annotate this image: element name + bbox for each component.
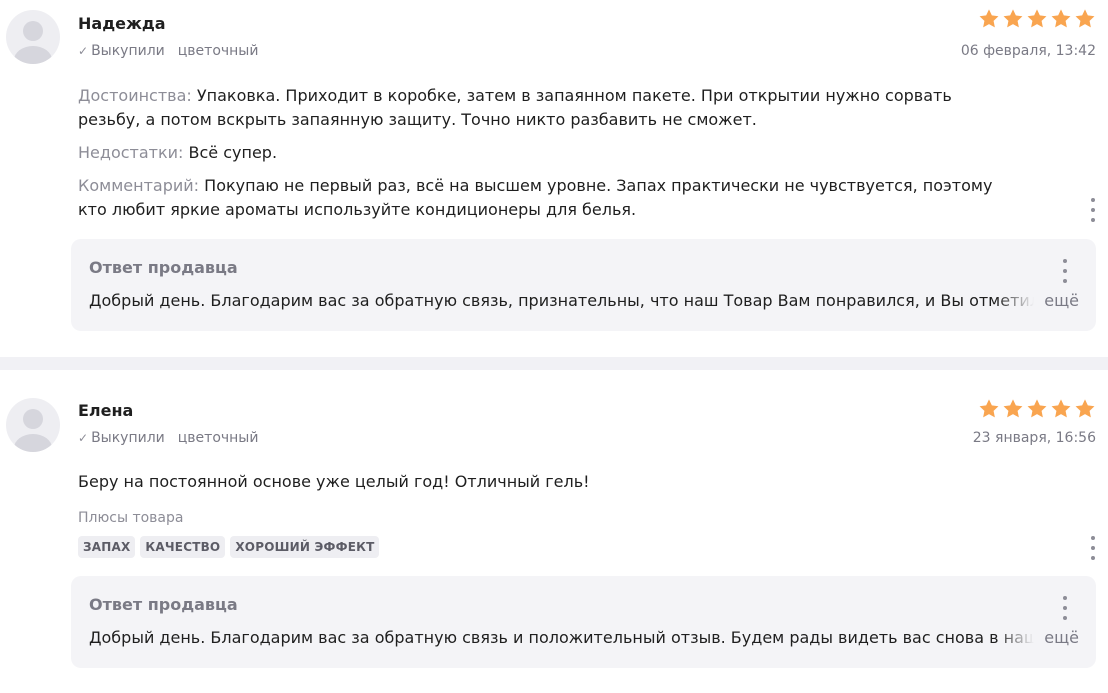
review-comment: Комментарий: Покупаю не первый раз, всё … — [78, 174, 1008, 222]
pros-tag: ХОРОШИЙ ЭФФЕКТ — [230, 536, 380, 558]
star-icon — [1075, 9, 1095, 28]
star-icon — [1051, 399, 1071, 418]
star-icon — [1075, 399, 1095, 418]
star-icon — [1003, 399, 1023, 418]
review-pros: Достоинства: Упаковка. Приходит в коробк… — [78, 84, 1008, 132]
review-date: 06 февраля, 13:42 — [960, 43, 1096, 59]
cons-label: Недостатки: — [78, 143, 184, 162]
seller-reply-text: Добрый день. Благодарим вас за обратную … — [89, 291, 1034, 310]
review-meta: ✓ Выкупили цветочный — [78, 430, 258, 446]
review-more-options-icon[interactable] — [1088, 536, 1098, 560]
pros-label: Достоинства: — [78, 86, 192, 105]
comment-text: Покупаю не первый раз, всё на высшем уро… — [78, 176, 993, 219]
author-name: Надежда — [78, 14, 166, 33]
star-icon — [1027, 9, 1047, 28]
seller-reply-title: Ответ продавца — [89, 595, 238, 614]
star-icon — [1027, 399, 1047, 418]
review-card: Елена ✓ Выкупили цветочный 23 января, 16… — [0, 370, 1108, 693]
reply-more-options-icon[interactable] — [1060, 259, 1070, 283]
review-divider — [0, 357, 1108, 370]
pros-tag: КАЧЕСТВО — [140, 536, 226, 558]
star-icon — [979, 9, 999, 28]
product-variant: цветочный — [177, 430, 259, 446]
review-text: Беру на постоянной основе уже целый год!… — [78, 472, 590, 491]
avatar — [6, 398, 60, 452]
pros-tag: ЗАПАХ — [78, 536, 136, 558]
star-icon — [979, 399, 999, 418]
seller-reply-title: Ответ продавца — [89, 258, 238, 277]
author-name: Елена — [78, 401, 134, 420]
check-icon: ✓ — [78, 431, 89, 445]
reply-more-options-icon[interactable] — [1060, 596, 1070, 620]
check-icon: ✓ — [78, 44, 89, 58]
avatar — [6, 10, 60, 64]
review-meta: ✓ Выкупили цветочный — [78, 43, 258, 59]
review-more-options-icon[interactable] — [1088, 198, 1098, 222]
star-icon — [1003, 9, 1023, 28]
purchased-status: Выкупили — [91, 430, 165, 446]
star-icon — [1051, 9, 1071, 28]
comment-label: Комментарий: — [78, 176, 200, 195]
reply-expand-link[interactable]: ещё — [1044, 289, 1079, 313]
seller-reply-text: Добрый день. Благодарим вас за обратную … — [89, 628, 1034, 647]
review-card: Надежда ✓ Выкупили цветочный 06 февраля,… — [0, 0, 1108, 357]
reply-expand-link[interactable]: ещё — [1044, 626, 1079, 650]
rating-stars — [978, 8, 1096, 30]
product-variant: цветочный — [177, 43, 259, 59]
purchased-status: Выкупили — [91, 43, 165, 59]
review-date: 23 января, 16:56 — [972, 430, 1096, 446]
pros-label: Плюсы товара — [78, 510, 184, 526]
pros-text: Упаковка. Приходит в коробке, затем в за… — [78, 86, 952, 129]
rating-stars — [978, 398, 1096, 420]
cons-text: Всё супер. — [188, 143, 278, 162]
review-cons: Недостатки: Всё супер. — [78, 141, 1008, 165]
seller-reply: Ответ продавца Добрый день. Благодарим в… — [71, 239, 1096, 331]
seller-reply: Ответ продавца Добрый день. Благодарим в… — [71, 576, 1096, 668]
pros-tags: ЗАПАХ КАЧЕСТВО ХОРОШИЙ ЭФФЕКТ — [78, 536, 380, 558]
